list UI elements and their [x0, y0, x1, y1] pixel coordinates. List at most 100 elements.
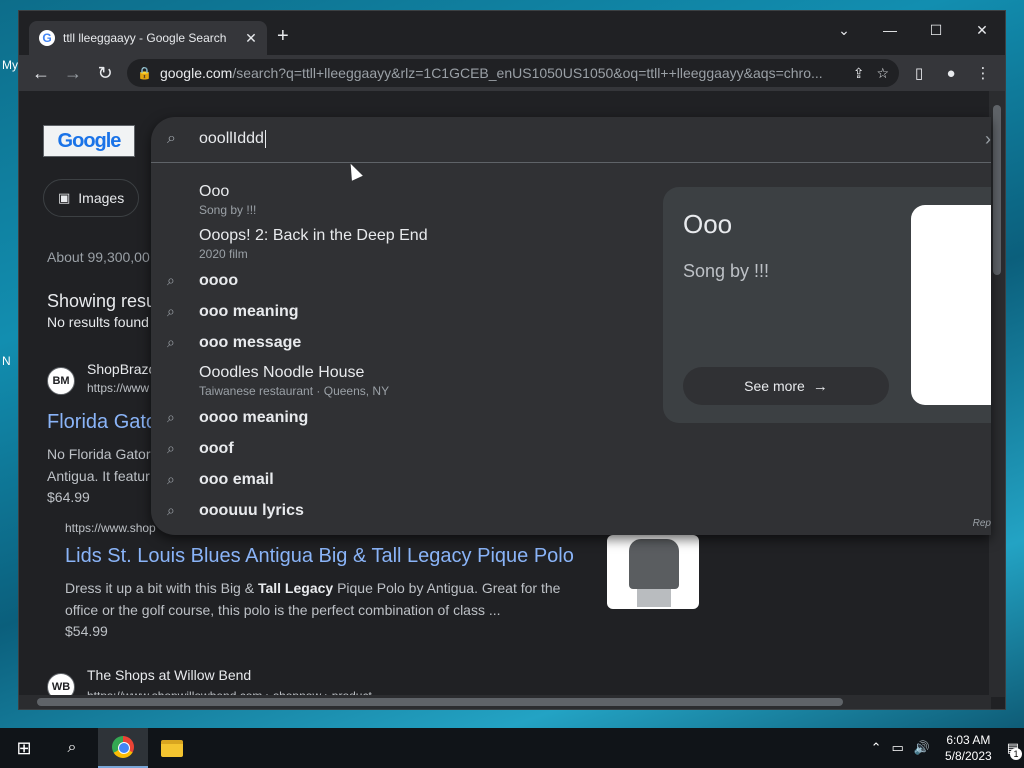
vertical-scrollbar[interactable]: [989, 91, 1005, 697]
vertical-scroll-thumb[interactable]: [993, 105, 1001, 275]
result-snippet: Dress it up a bit with this Big & Tall L…: [65, 577, 565, 621]
url-host: google.com: [159, 65, 233, 81]
chevron-right-icon[interactable]: ›: [985, 129, 991, 150]
suggestion-prefix: oooo: [199, 272, 239, 289]
bookmark-star-icon[interactable]: ☆: [876, 65, 889, 82]
share-icon[interactable]: ⇪: [853, 65, 865, 82]
result-url: https://www: [87, 381, 150, 395]
taskbar-search-icon[interactable]: ⌕: [48, 728, 96, 768]
desktop-icon-label-n: N: [2, 354, 11, 368]
result-price: $64.99: [47, 489, 90, 505]
google-favicon-icon: G: [39, 30, 55, 46]
images-filter-chip[interactable]: ▣ Images: [43, 179, 139, 217]
knowledge-panel-preview: Ooo Song by !!! See more →: [663, 187, 991, 423]
tab-search-chevron-icon[interactable]: ⌄: [821, 15, 867, 45]
result-title-link[interactable]: Florida Gator: [47, 411, 164, 434]
snippet-part: Dress it up a bit with this Big &: [65, 580, 258, 596]
suggestion-prefix: ooo: [199, 334, 229, 351]
menu-kebab-icon[interactable]: ⋮: [967, 57, 999, 89]
see-more-label: See more: [744, 378, 805, 394]
suggestion-prefix: ooo: [199, 471, 229, 488]
forward-arrow-icon[interactable]: →: [57, 57, 89, 89]
text-caret: [264, 130, 266, 148]
window-controls: ⌄ — ☐ ✕: [821, 15, 1005, 45]
result-url: https://www.shop: [65, 521, 156, 535]
horizontal-scrollbar[interactable]: [19, 695, 991, 709]
search-input[interactable]: ooollIddd: [199, 130, 266, 148]
lock-icon: 🔒: [137, 66, 152, 80]
suggestion-prefix: ooo: [199, 303, 229, 320]
reload-icon[interactable]: ↻: [89, 57, 121, 89]
search-icon: ⌕: [167, 471, 175, 487]
clock[interactable]: 6:03 AM 5/8/2023: [935, 732, 1002, 764]
search-query-text: ooollIddd: [199, 130, 264, 148]
url-text[interactable]: google.com/search?q=ttll+lleeggaayy&rlz=…: [160, 65, 841, 81]
site-logo: BM: [47, 367, 75, 395]
browser-toolbar: ← → ↻ 🔒 google.com/search?q=ttll+lleegga…: [19, 55, 1005, 91]
start-windows-icon[interactable]: ⊞: [0, 728, 48, 768]
close-tab-icon[interactable]: ✕: [243, 30, 259, 47]
folder-icon: [161, 739, 183, 757]
suggestion-text: Ooo: [199, 183, 230, 200]
tray-overflow-chevron-icon[interactable]: ⌃: [866, 740, 887, 756]
suggestion-subtitle: Taiwanese restaurant · Queens, NY: [199, 384, 390, 398]
side-panel-icon[interactable]: ▯: [903, 57, 935, 89]
search-icon: ⌕: [167, 272, 175, 288]
polo-model-legs: [637, 589, 671, 607]
result-count: About 99,300,00: [47, 249, 150, 265]
suggestion-subtitle: 2020 film: [199, 247, 248, 261]
search-icon: ⌕: [167, 130, 176, 147]
volume-icon[interactable]: 🔊: [909, 740, 935, 756]
suggestion-completion: message: [228, 334, 302, 351]
result-title-link[interactable]: Lids St. Louis Blues Antigua Big & Tall …: [65, 545, 574, 568]
result-site-name: The Shops at Willow Bend: [87, 667, 252, 683]
maximize-button[interactable]: ☐: [913, 15, 959, 45]
suggestion-text: ooo meaning: [199, 303, 299, 321]
profile-icon[interactable]: ●: [935, 57, 967, 89]
back-arrow-icon[interactable]: ←: [25, 57, 57, 89]
suggestion-text: ooo message: [199, 334, 301, 352]
network-icon[interactable]: ▭: [887, 740, 909, 756]
site-logo: WB: [47, 673, 75, 697]
search-suggestions-dropdown: ⌕ ooollIddd › Ooo Song by !!! Ooops! 2: …: [151, 117, 991, 535]
close-window-button[interactable]: ✕: [959, 15, 1005, 45]
result-snippet: No Florida Gators Antigua. It featur: [47, 443, 157, 487]
panel-subtitle: Song by !!!: [683, 261, 770, 281]
file-explorer-taskbar-button[interactable]: [148, 728, 196, 768]
search-icon: ⌕: [167, 409, 175, 425]
report-link[interactable]: Rep: [973, 518, 991, 529]
snippet-bold: Tall Legacy: [257, 580, 334, 596]
no-results-text: No results found: [47, 314, 149, 330]
horizontal-scroll-thumb[interactable]: [37, 698, 843, 706]
google-doodle-logo[interactable]: Google: [43, 125, 135, 157]
product-thumbnail[interactable]: [607, 535, 699, 609]
url-path: /search?q=ttll+lleeggaayy&rlz=1C1GCEB_en…: [232, 65, 823, 81]
see-more-button[interactable]: See more →: [683, 367, 889, 405]
suggestion-text: ooof: [199, 440, 234, 458]
arrow-right-icon: →: [812, 377, 828, 395]
search-icon: ⌕: [167, 303, 175, 319]
result-price: $54.99: [65, 623, 108, 639]
tab-google-search[interactable]: G ttll lleeggaayy - Google Search ✕: [29, 21, 267, 55]
suggestion-text: ooo email: [199, 471, 274, 489]
search-box[interactable]: ⌕ ooollIddd ›: [151, 117, 991, 163]
suggestion-text: oooo meaning: [199, 409, 308, 427]
panel-image: [911, 205, 991, 405]
browser-window: G ttll lleeggaayy - Google Search ✕ + ⌄ …: [18, 10, 1006, 710]
clock-time: 6:03 AM: [946, 733, 991, 747]
minimize-button[interactable]: —: [867, 15, 913, 45]
clock-date: 5/8/2023: [944, 749, 992, 763]
search-icon: ⌕: [167, 502, 175, 518]
result-site-name: ShopBrazo: [87, 361, 157, 377]
suggestion-prefix: ooof: [199, 440, 234, 457]
tab-strip: G ttll lleeggaayy - Google Search ✕ + ⌄ …: [19, 11, 1005, 55]
suggestion-completion: lyrics: [257, 502, 304, 519]
address-bar[interactable]: 🔒 google.com/search?q=ttll+lleeggaayy&rl…: [127, 59, 899, 87]
notifications-icon[interactable]: ▤1: [1002, 740, 1024, 760]
chrome-taskbar-button[interactable]: [98, 728, 148, 768]
chrome-icon: [112, 736, 134, 758]
image-icon: ▣: [58, 190, 71, 205]
new-tab-button[interactable]: +: [277, 25, 289, 48]
polo-shirt-image: [629, 539, 679, 589]
suggestion-text: Ooodles Noodle House: [199, 364, 365, 381]
